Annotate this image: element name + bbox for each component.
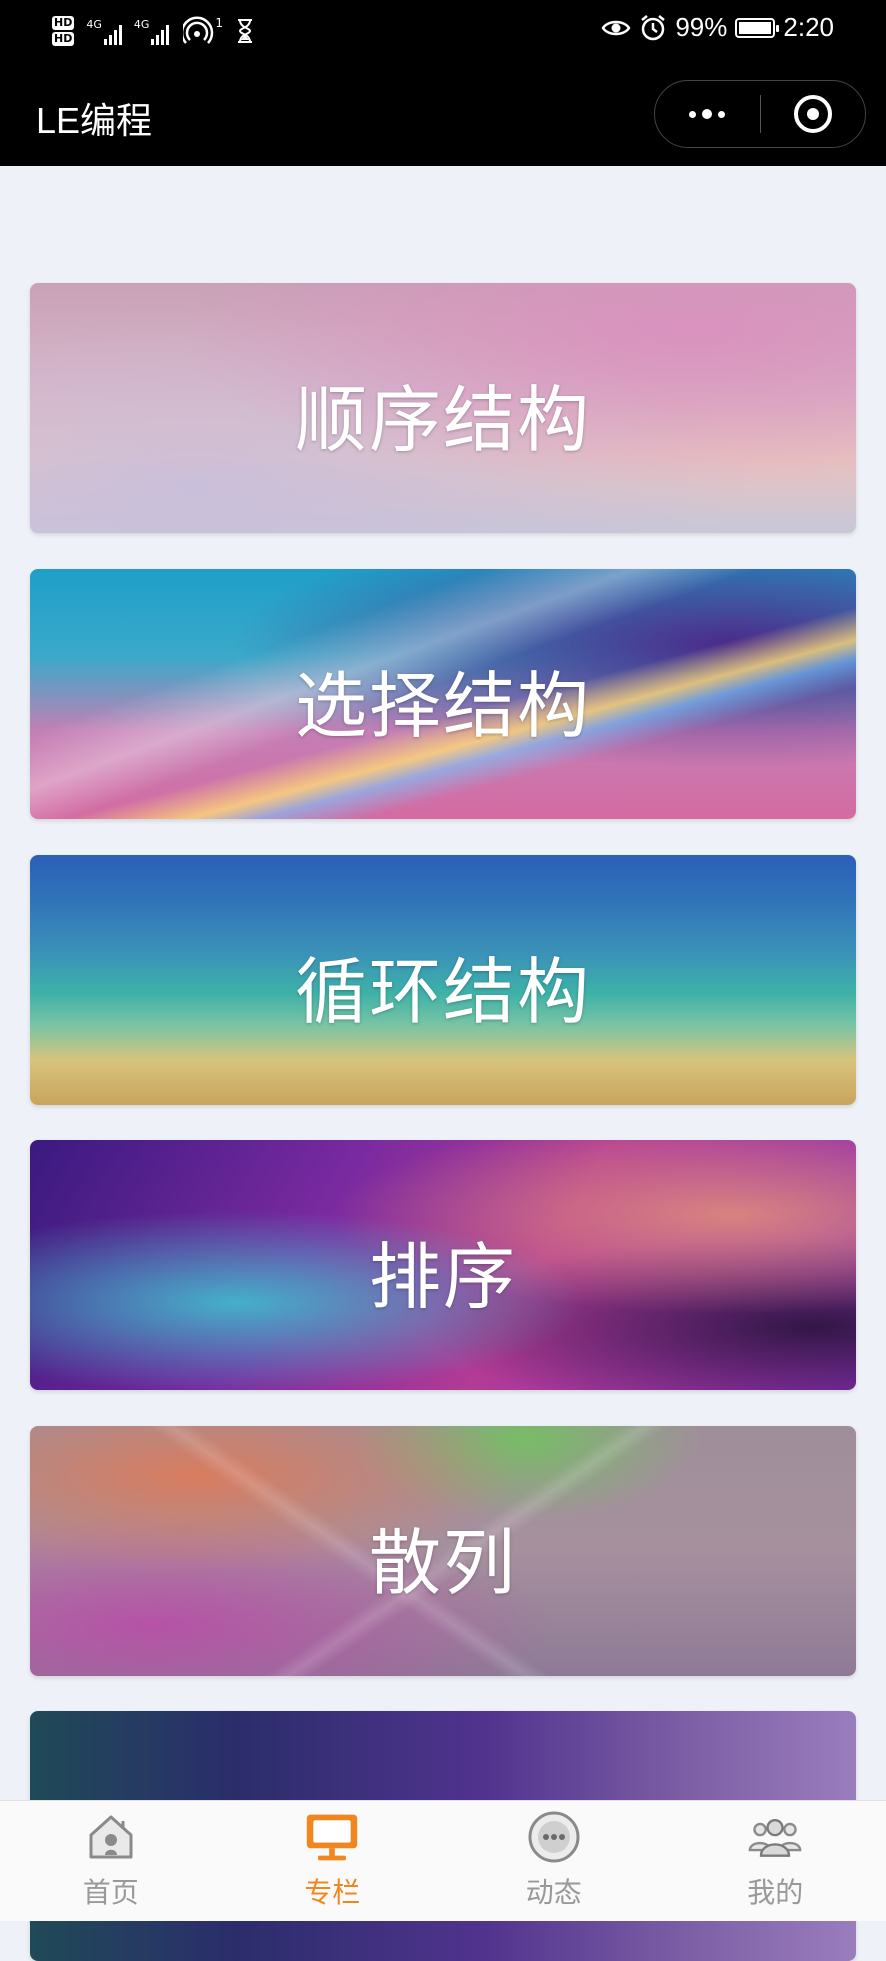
network-type-1: 4G <box>86 18 102 31</box>
status-left: HD HD 4G 4G 1 <box>52 6 255 56</box>
hd-indicators: HD HD <box>52 16 74 46</box>
mini-program-capsule <box>654 80 866 148</box>
hotspot-icon <box>183 16 217 46</box>
navigation-bar: LE编程 <box>0 70 886 166</box>
signal-1: 4G <box>86 18 122 45</box>
column-card[interactable]: 循环结构 <box>30 855 856 1105</box>
chat-dots-icon <box>526 1809 582 1865</box>
battery-percent: 99% <box>675 12 727 43</box>
tab-profile[interactable]: 我的 <box>665 1801 886 1921</box>
network-type-2: 4G <box>134 18 150 31</box>
column-card[interactable]: 顺序结构 <box>30 283 856 533</box>
status-right: 99% 2:20 <box>601 12 834 43</box>
card-title: 排序 <box>369 1218 517 1323</box>
eye-icon <box>601 17 631 39</box>
hourglass-icon <box>235 18 255 44</box>
tab-label: 专栏 <box>304 1871 360 1911</box>
more-button[interactable] <box>655 81 760 147</box>
page-title: LE编程 <box>36 92 152 144</box>
card-title: 选择结构 <box>295 647 591 752</box>
signal-2: 4G <box>134 18 170 45</box>
battery-icon <box>735 18 775 38</box>
tab-label: 动态 <box>526 1871 582 1911</box>
tab-home[interactable]: 首页 <box>0 1801 222 1921</box>
signal-bars-icon <box>104 23 122 45</box>
column-card[interactable]: 散列 <box>30 1426 856 1676</box>
hd-badge-2: HD <box>52 32 74 46</box>
tab-label: 首页 <box>83 1871 139 1911</box>
signal-bars-icon <box>151 23 169 45</box>
card-title: 散列 <box>369 1504 517 1609</box>
hotspot-count: 1 <box>215 16 223 30</box>
bottom-tab-bar: 首页 专栏 动态 <box>0 1800 886 1921</box>
home-icon <box>83 1809 139 1865</box>
tab-activity[interactable]: 动态 <box>443 1801 665 1921</box>
clock-time: 2:20 <box>783 12 834 43</box>
more-dots-icon <box>689 109 725 119</box>
card-title: 顺序结构 <box>295 361 591 466</box>
users-icon <box>747 1809 803 1865</box>
hd-badge-1: HD <box>52 16 74 30</box>
alarm-clock-icon <box>639 14 667 42</box>
card-title: 循环结构 <box>295 933 591 1038</box>
tab-column[interactable]: 专栏 <box>222 1801 444 1921</box>
tab-label: 我的 <box>747 1871 803 1911</box>
column-card[interactable]: 选择结构 <box>30 569 856 819</box>
target-close-icon <box>794 95 832 133</box>
monitor-icon <box>304 1809 360 1865</box>
close-button[interactable] <box>761 81 866 147</box>
column-card[interactable]: 排序 <box>30 1140 856 1390</box>
status-bar: HD HD 4G 4G 1 <box>0 0 886 70</box>
